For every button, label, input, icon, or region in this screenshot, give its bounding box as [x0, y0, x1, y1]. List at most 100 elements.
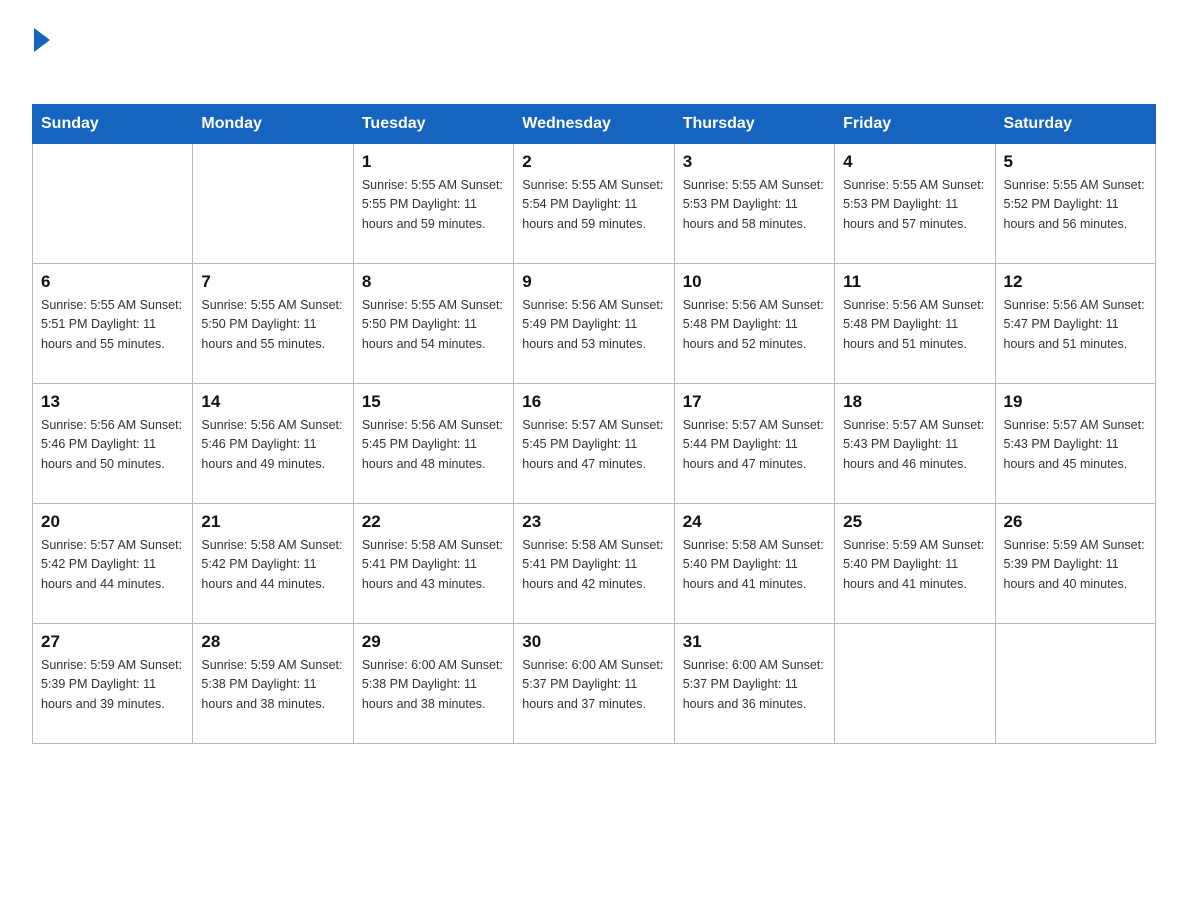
day-info: Sunrise: 5:55 AM Sunset: 5:50 PM Dayligh…	[362, 296, 505, 354]
calendar-cell: 20 Sunrise: 5:57 AM Sunset: 5:42 PM Dayli…	[33, 504, 193, 624]
day-number: 17	[683, 392, 826, 412]
weekday-header-wednesday: Wednesday	[514, 105, 674, 144]
day-info: Sunrise: 5:58 AM Sunset: 5:40 PM Dayligh…	[683, 536, 826, 594]
logo-arrow-icon	[34, 28, 50, 52]
day-number: 20	[41, 512, 184, 532]
logo	[32, 28, 54, 86]
calendar-cell: 13 Sunrise: 5:56 AM Sunset: 5:46 PM Dayli…	[33, 384, 193, 504]
day-info: Sunrise: 5:58 AM Sunset: 5:41 PM Dayligh…	[362, 536, 505, 594]
day-number: 16	[522, 392, 665, 412]
calendar-week-row: 6 Sunrise: 5:55 AM Sunset: 5:51 PM Daylig…	[33, 264, 1156, 384]
weekday-header-saturday: Saturday	[995, 105, 1155, 144]
calendar-table: SundayMondayTuesdayWednesdayThursdayFrid…	[32, 104, 1156, 744]
day-info: Sunrise: 5:55 AM Sunset: 5:52 PM Dayligh…	[1004, 176, 1147, 234]
calendar-cell: 27 Sunrise: 5:59 AM Sunset: 5:39 PM Dayli…	[33, 624, 193, 744]
day-info: Sunrise: 6:00 AM Sunset: 5:37 PM Dayligh…	[683, 656, 826, 714]
day-number: 29	[362, 632, 505, 652]
day-info: Sunrise: 5:59 AM Sunset: 5:39 PM Dayligh…	[41, 656, 184, 714]
day-number: 7	[201, 272, 344, 292]
weekday-header-row: SundayMondayTuesdayWednesdayThursdayFrid…	[33, 105, 1156, 144]
day-info: Sunrise: 5:57 AM Sunset: 5:45 PM Dayligh…	[522, 416, 665, 474]
calendar-week-row: 13 Sunrise: 5:56 AM Sunset: 5:46 PM Dayli…	[33, 384, 1156, 504]
day-number: 14	[201, 392, 344, 412]
day-number: 27	[41, 632, 184, 652]
day-info: Sunrise: 6:00 AM Sunset: 5:37 PM Dayligh…	[522, 656, 665, 714]
calendar-cell: 5 Sunrise: 5:55 AM Sunset: 5:52 PM Daylig…	[995, 144, 1155, 264]
day-info: Sunrise: 5:56 AM Sunset: 5:48 PM Dayligh…	[683, 296, 826, 354]
day-number: 4	[843, 152, 986, 172]
calendar-week-row: 20 Sunrise: 5:57 AM Sunset: 5:42 PM Dayli…	[33, 504, 1156, 624]
weekday-header-thursday: Thursday	[674, 105, 834, 144]
calendar-cell: 4 Sunrise: 5:55 AM Sunset: 5:53 PM Daylig…	[835, 144, 995, 264]
calendar-cell: 12 Sunrise: 5:56 AM Sunset: 5:47 PM Dayli…	[995, 264, 1155, 384]
day-info: Sunrise: 5:55 AM Sunset: 5:51 PM Dayligh…	[41, 296, 184, 354]
day-number: 1	[362, 152, 505, 172]
day-number: 10	[683, 272, 826, 292]
day-number: 9	[522, 272, 665, 292]
day-number: 2	[522, 152, 665, 172]
day-number: 8	[362, 272, 505, 292]
day-number: 12	[1004, 272, 1147, 292]
weekday-header-friday: Friday	[835, 105, 995, 144]
day-number: 19	[1004, 392, 1147, 412]
day-number: 24	[683, 512, 826, 532]
day-number: 23	[522, 512, 665, 532]
calendar-cell: 1 Sunrise: 5:55 AM Sunset: 5:55 PM Daylig…	[353, 144, 513, 264]
calendar-cell: 19 Sunrise: 5:57 AM Sunset: 5:43 PM Dayli…	[995, 384, 1155, 504]
calendar-cell: 22 Sunrise: 5:58 AM Sunset: 5:41 PM Dayli…	[353, 504, 513, 624]
calendar-cell: 17 Sunrise: 5:57 AM Sunset: 5:44 PM Dayli…	[674, 384, 834, 504]
day-number: 25	[843, 512, 986, 532]
day-info: Sunrise: 5:57 AM Sunset: 5:43 PM Dayligh…	[843, 416, 986, 474]
day-info: Sunrise: 5:58 AM Sunset: 5:41 PM Dayligh…	[522, 536, 665, 594]
calendar-cell: 11 Sunrise: 5:56 AM Sunset: 5:48 PM Dayli…	[835, 264, 995, 384]
calendar-cell: 2 Sunrise: 5:55 AM Sunset: 5:54 PM Daylig…	[514, 144, 674, 264]
weekday-header-tuesday: Tuesday	[353, 105, 513, 144]
day-info: Sunrise: 5:56 AM Sunset: 5:49 PM Dayligh…	[522, 296, 665, 354]
day-number: 5	[1004, 152, 1147, 172]
day-info: Sunrise: 5:56 AM Sunset: 5:47 PM Dayligh…	[1004, 296, 1147, 354]
day-number: 6	[41, 272, 184, 292]
day-info: Sunrise: 5:59 AM Sunset: 5:40 PM Dayligh…	[843, 536, 986, 594]
day-info: Sunrise: 5:57 AM Sunset: 5:44 PM Dayligh…	[683, 416, 826, 474]
calendar-cell: 7Sunrise: 5:55 AM Sunset: 5:50 PM Daylig…	[193, 264, 353, 384]
day-info: Sunrise: 5:55 AM Sunset: 5:53 PM Dayligh…	[843, 176, 986, 234]
calendar-cell	[33, 144, 193, 264]
day-info: Sunrise: 5:55 AM Sunset: 5:53 PM Dayligh…	[683, 176, 826, 234]
day-info: Sunrise: 5:59 AM Sunset: 5:38 PM Dayligh…	[201, 656, 344, 714]
day-info: Sunrise: 5:56 AM Sunset: 5:46 PM Dayligh…	[201, 416, 344, 474]
calendar-cell: 30 Sunrise: 6:00 AM Sunset: 5:37 PM Dayli…	[514, 624, 674, 744]
day-number: 26	[1004, 512, 1147, 532]
weekday-header-sunday: Sunday	[33, 105, 193, 144]
calendar-cell: 21Sunrise: 5:58 AM Sunset: 5:42 PM Dayli…	[193, 504, 353, 624]
day-info: Sunrise: 5:57 AM Sunset: 5:43 PM Dayligh…	[1004, 416, 1147, 474]
calendar-cell: 29 Sunrise: 6:00 AM Sunset: 5:38 PM Dayli…	[353, 624, 513, 744]
day-info: Sunrise: 5:56 AM Sunset: 5:48 PM Dayligh…	[843, 296, 986, 354]
day-number: 22	[362, 512, 505, 532]
calendar-week-row: 1 Sunrise: 5:55 AM Sunset: 5:55 PM Daylig…	[33, 144, 1156, 264]
calendar-cell: 14 Sunrise: 5:56 AM Sunset: 5:46 PM Dayli…	[193, 384, 353, 504]
day-number: 18	[843, 392, 986, 412]
day-info: Sunrise: 5:55 AM Sunset: 5:54 PM Dayligh…	[522, 176, 665, 234]
calendar-cell: 28 Sunrise: 5:59 AM Sunset: 5:38 PM Dayli…	[193, 624, 353, 744]
day-info: Sunrise: 6:00 AM Sunset: 5:38 PM Dayligh…	[362, 656, 505, 714]
day-number: 28	[201, 632, 344, 652]
day-info: Sunrise: 5:55 AM Sunset: 5:55 PM Dayligh…	[362, 176, 505, 234]
calendar-cell	[193, 144, 353, 264]
day-number: 21	[201, 512, 344, 532]
calendar-cell	[835, 624, 995, 744]
calendar-cell	[995, 624, 1155, 744]
calendar-cell: 10 Sunrise: 5:56 AM Sunset: 5:48 PM Dayli…	[674, 264, 834, 384]
day-info: Sunrise: 5:57 AM Sunset: 5:42 PM Dayligh…	[41, 536, 184, 594]
day-number: 11	[843, 272, 986, 292]
day-info: Sunrise: 5:56 AM Sunset: 5:46 PM Dayligh…	[41, 416, 184, 474]
calendar-cell: 18 Sunrise: 5:57 AM Sunset: 5:43 PM Dayli…	[835, 384, 995, 504]
day-number: 3	[683, 152, 826, 172]
calendar-cell: 9 Sunrise: 5:56 AM Sunset: 5:49 PM Daylig…	[514, 264, 674, 384]
calendar-cell: 25 Sunrise: 5:59 AM Sunset: 5:40 PM Dayli…	[835, 504, 995, 624]
calendar-cell: 16 Sunrise: 5:57 AM Sunset: 5:45 PM Dayli…	[514, 384, 674, 504]
day-number: 13	[41, 392, 184, 412]
day-number: 30	[522, 632, 665, 652]
calendar-cell: 8 Sunrise: 5:55 AM Sunset: 5:50 PM Daylig…	[353, 264, 513, 384]
calendar-cell: 3 Sunrise: 5:55 AM Sunset: 5:53 PM Daylig…	[674, 144, 834, 264]
day-info: Sunrise: 5:59 AM Sunset: 5:39 PM Dayligh…	[1004, 536, 1147, 594]
